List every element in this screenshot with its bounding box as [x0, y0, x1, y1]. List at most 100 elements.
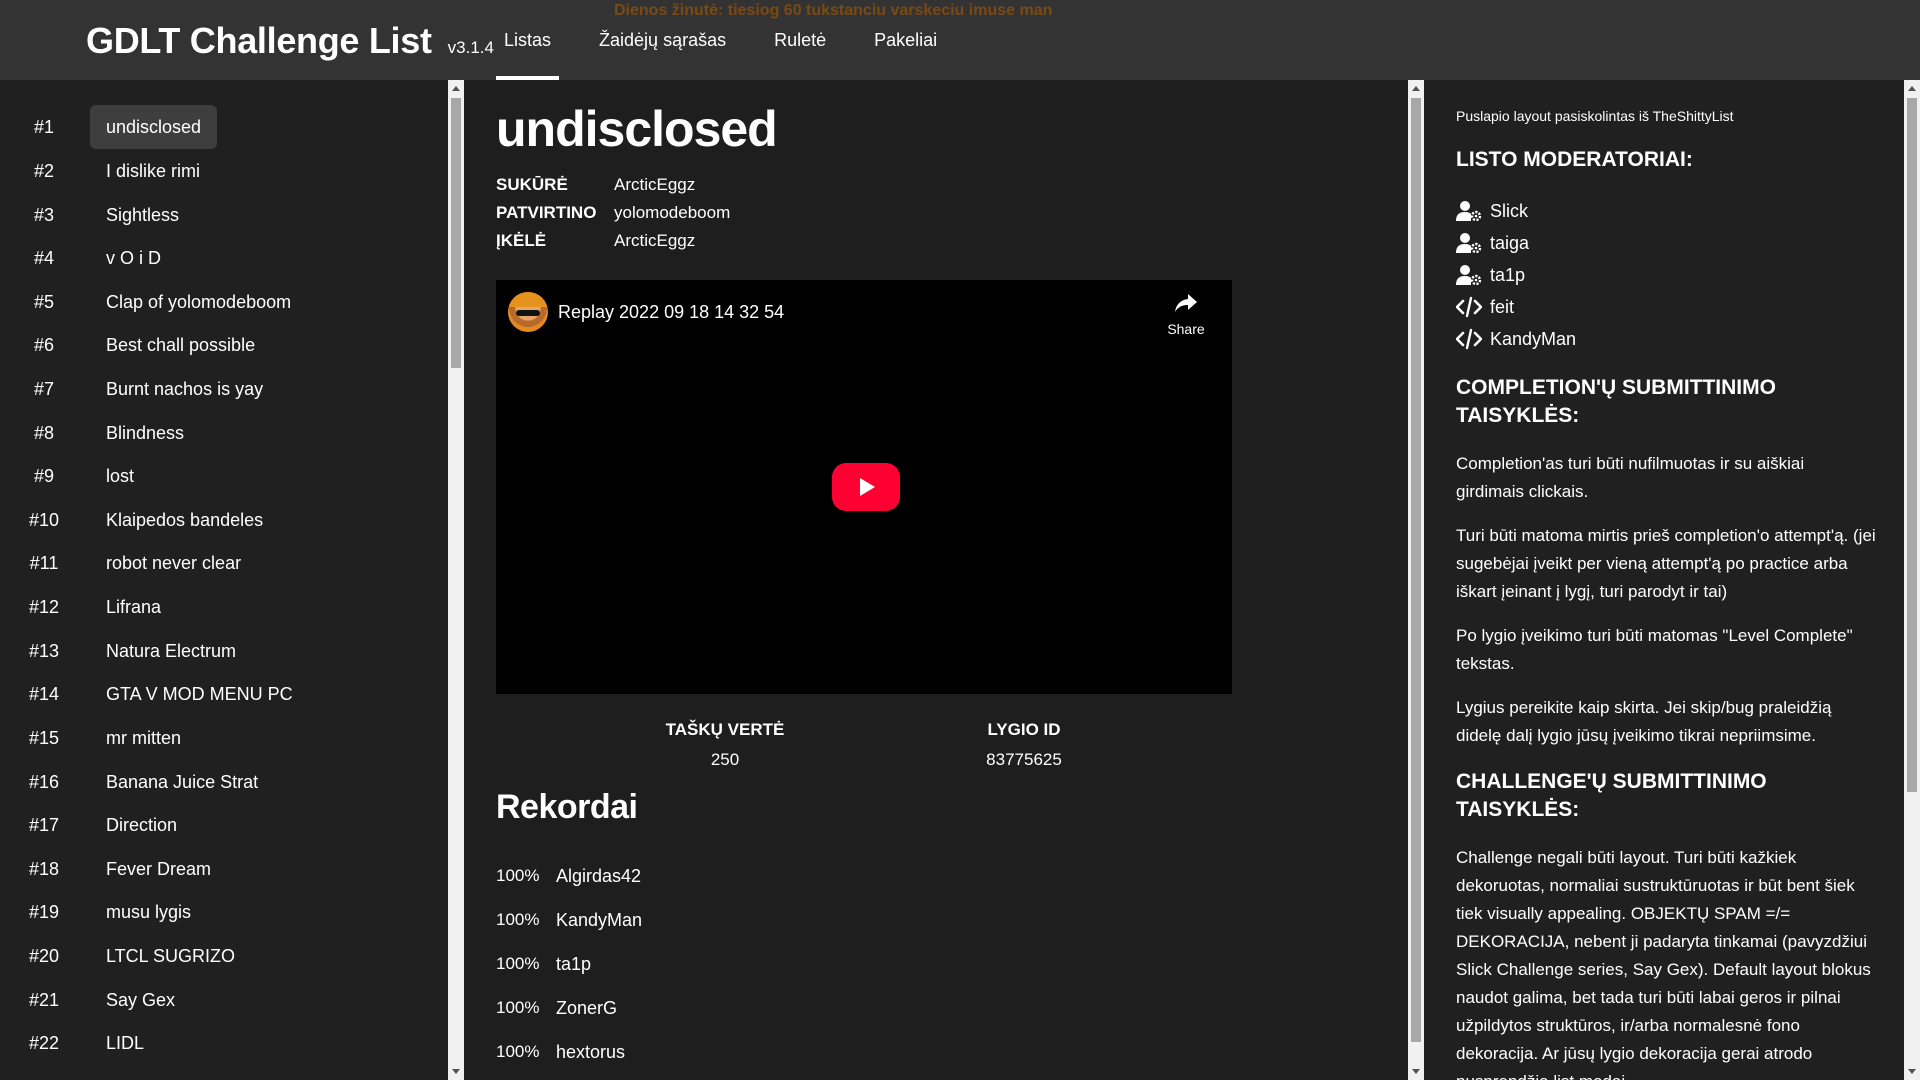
record-percent: 100% [496, 1042, 540, 1061]
level-id-stat: LYGIO ID 83775625 [924, 720, 1124, 770]
user-gear-icon [1456, 264, 1482, 286]
share-button[interactable]: Share [1166, 292, 1206, 337]
record-row: 100% Algirdas42 [496, 854, 641, 898]
level-rank: #9 [33, 466, 55, 486]
scroll-thumb[interactable] [451, 98, 461, 368]
list-item: #21 Say Gex [0, 978, 448, 1022]
record-player[interactable]: hextorus [556, 1042, 625, 1063]
level-link[interactable]: Best chall possible [90, 323, 271, 367]
level-id-label: LYGIO ID [987, 720, 1061, 739]
record-row: 100% ta1p [496, 942, 591, 986]
level-rank: #21 [28, 990, 60, 1010]
share-label: Share [1167, 321, 1205, 337]
record-player[interactable]: Algirdas42 [556, 866, 641, 887]
level-rank: #3 [33, 205, 55, 225]
video-embed[interactable]: Replay 2022 09 18 14 32 54 Share [496, 280, 1232, 694]
level-link[interactable]: robot never clear [90, 541, 257, 585]
level-id-value: 83775625 [986, 750, 1062, 769]
level-link[interactable]: Banana Juice Strat [90, 760, 274, 804]
moderator-item: ta1p [1456, 261, 1525, 289]
moderator-item: feit [1456, 293, 1514, 321]
moderator-name: ta1p [1490, 264, 1526, 285]
level-rank: #22 [28, 1033, 60, 1053]
level-link[interactable]: musu lygis [90, 890, 207, 934]
top-header: GDLT Challenge List v3.1.4 Listas Žaidėj… [0, 0, 1920, 80]
level-link[interactable]: lost [90, 454, 150, 498]
level-rank: #10 [28, 510, 60, 530]
scroll-thumb[interactable] [1411, 98, 1421, 1042]
level-rank: #12 [28, 597, 60, 617]
video-title[interactable]: Replay 2022 09 18 14 32 54 [558, 302, 784, 323]
list-item: #20 LTCL SUGRIZO [0, 934, 448, 978]
level-link[interactable]: Lifrana [90, 585, 177, 629]
level-link[interactable]: Sightless [90, 193, 195, 237]
level-link[interactable]: Say Gex [90, 978, 191, 1022]
level-link[interactable]: GTA V MOD MENU PC [90, 672, 309, 716]
scroll-up-arrow[interactable] [452, 86, 460, 91]
level-link[interactable]: I dislike rimi [90, 149, 216, 193]
meta-verifier: PATVIRTINO yolomodeboom [496, 203, 730, 223]
records-title: Rekordai [496, 788, 638, 826]
list-item: #19 musu lygis [0, 890, 448, 934]
level-link[interactable]: LTCL SUGRIZO [90, 934, 251, 978]
user-gear-icon [1456, 232, 1482, 254]
level-rank: #15 [28, 728, 60, 748]
points-stat: TAŠKŲ VERTĖ 250 [625, 720, 825, 770]
level-link[interactable]: undisclosed [90, 105, 218, 149]
points-value: 250 [710, 750, 740, 769]
detail-scrollbar[interactable] [1408, 80, 1424, 1080]
scroll-thumb[interactable] [1907, 98, 1917, 792]
level-rank: #6 [33, 335, 55, 355]
list-item: #2 I dislike rimi [0, 149, 448, 193]
record-percent: 100% [496, 998, 540, 1017]
meta-label: SUKŪRĖ [496, 175, 568, 194]
level-rank: #8 [33, 423, 55, 443]
level-link[interactable]: Clap of yolomodeboom [90, 280, 307, 324]
scroll-down-arrow[interactable] [1908, 1069, 1916, 1074]
completion-rule: Lygius pereikite kaip skirta. Jei skip/b… [1456, 698, 1832, 745]
list-item: #4 v O i D [0, 236, 448, 280]
level-link[interactable]: Burnt nachos is yay [90, 367, 279, 411]
level-link[interactable]: v O i D [90, 236, 177, 280]
scroll-up-arrow[interactable] [1412, 86, 1420, 91]
scroll-up-arrow[interactable] [1908, 86, 1916, 91]
list-item: #10 Klaipedos bandeles [0, 498, 448, 542]
record-player[interactable]: ta1p [556, 954, 591, 975]
list-item: #9 lost [0, 454, 448, 498]
scroll-down-arrow[interactable] [452, 1069, 460, 1074]
record-player[interactable]: KandyMan [556, 910, 642, 931]
level-rank: #14 [28, 684, 60, 704]
level-link[interactable]: mr mitten [90, 716, 197, 760]
moderator-name: Slick [1490, 200, 1529, 221]
site-title[interactable]: GDLT Challenge List [86, 20, 432, 62]
list-item: #15 mr mitten [0, 716, 448, 760]
tab-listas[interactable]: Listas [496, 0, 560, 80]
level-link[interactable]: LIDL [90, 1021, 160, 1065]
channel-avatar[interactable] [508, 292, 548, 332]
completion-rules-heading: COMPLETION'Ų SUBMITTINIMO TAISYKLĖS: [1456, 376, 1776, 427]
completion-rule: Completion'as turi būti nufilmuotas ir s… [1456, 454, 1805, 501]
play-button[interactable] [832, 463, 900, 511]
level-link[interactable]: Natura Electrum [90, 629, 252, 673]
level-link[interactable]: Fever Dream [90, 847, 227, 891]
meta-value: ArcticEggz [614, 231, 696, 250]
points-label: TAŠKŲ VERTĖ [665, 720, 785, 739]
record-player[interactable]: ZonerG [556, 998, 617, 1019]
level-list-scrollbar[interactable] [448, 80, 464, 1080]
level-link[interactable]: Blindness [90, 411, 200, 455]
level-link[interactable]: Klaipedos bandeles [90, 498, 279, 542]
list-item: #12 Lifrana [0, 585, 448, 629]
list-item: #16 Banana Juice Strat [0, 760, 448, 804]
level-link[interactable]: Direction [90, 803, 193, 847]
moderator-name: feit [1490, 296, 1515, 317]
level-title: undisclosed [496, 101, 778, 157]
scroll-down-arrow[interactable] [1412, 1069, 1420, 1074]
share-icon [1175, 294, 1197, 312]
list-item: #17 Direction [0, 803, 448, 847]
sidebar-scrollbar[interactable] [1904, 80, 1920, 1080]
daily-message: Dienos žinutė: tiesiog 60 tukstanciu var… [614, 2, 1053, 19]
version-label: v3.1.4 [447, 38, 494, 57]
meta-label: ĮKĖLĖ [496, 231, 547, 250]
code-icon [1456, 296, 1482, 318]
brand: GDLT Challenge List v3.1.4 [86, 20, 494, 62]
